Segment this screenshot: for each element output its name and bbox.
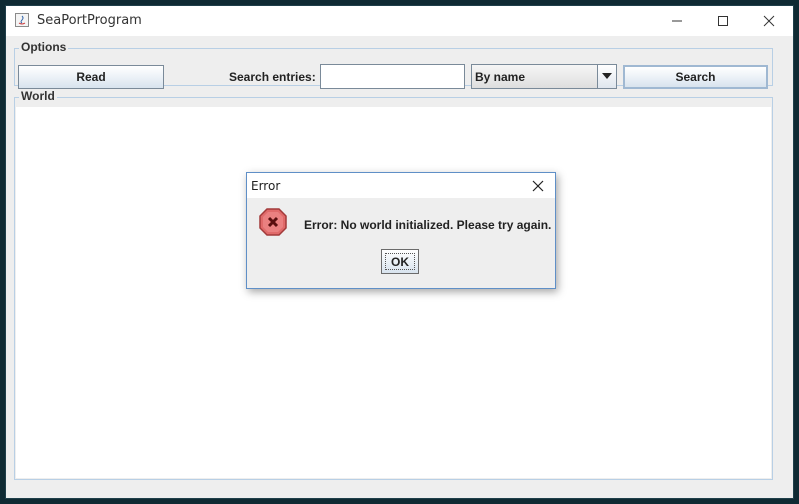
options-title: Options [19, 40, 69, 54]
minimize-button[interactable] [654, 6, 700, 36]
window-title: SeaPortProgram [37, 13, 142, 28]
error-message: Error: No world initialized. Please try … [304, 218, 552, 232]
chevron-down-icon [602, 73, 612, 79]
error-icon [258, 207, 288, 237]
close-button[interactable] [746, 6, 792, 36]
world-text-area[interactable] [16, 107, 771, 478]
dialog-title: Error [251, 179, 281, 193]
search-label: Search entries: [229, 70, 316, 84]
search-by-dropdown[interactable]: By name [471, 64, 617, 89]
dialog-close-button[interactable] [530, 178, 546, 194]
close-icon [763, 15, 775, 27]
dropdown-arrow-button[interactable] [597, 65, 616, 88]
search-input[interactable] [320, 64, 465, 89]
title-bar[interactable]: SeaPortProgram [6, 6, 793, 36]
ok-button-label: OK [385, 253, 415, 270]
maximize-icon [718, 16, 728, 26]
close-icon [532, 180, 544, 192]
error-dialog: Error Error: No world initialized. Pleas… [246, 172, 556, 289]
read-button[interactable]: Read [18, 65, 164, 89]
java-icon [15, 13, 29, 27]
search-button[interactable]: Search [623, 65, 768, 89]
search-by-value: By name [475, 70, 526, 84]
ok-button[interactable]: OK [381, 249, 419, 274]
dialog-title-bar[interactable]: Error [247, 173, 555, 198]
maximize-button[interactable] [700, 6, 746, 36]
world-title: World [19, 89, 57, 103]
minimize-icon [672, 20, 682, 22]
